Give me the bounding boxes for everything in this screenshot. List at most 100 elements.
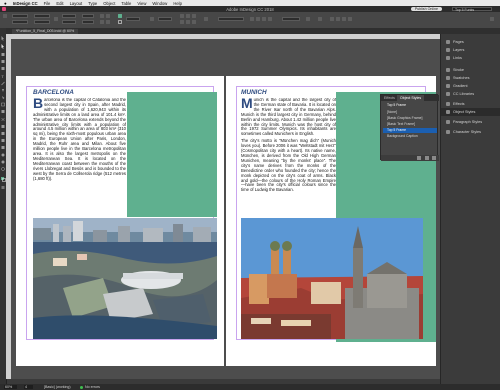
tab-object-styles[interactable]: Object Styles [397,95,425,101]
height-field[interactable] [34,20,50,24]
rotate-ccw-icon[interactable] [106,14,110,18]
object-style-item[interactable]: [Basic Text Frame] [383,122,437,127]
pen-tool-icon[interactable] [2,89,4,92]
reference-point-icon[interactable] [3,14,7,18]
width-field[interactable] [34,14,50,18]
flip-vertical-icon[interactable] [106,20,110,24]
rotate-cw-icon[interactable] [100,14,104,18]
fit-frame-icon[interactable] [186,20,190,24]
distribute-icon[interactable] [268,17,272,21]
rectangle-frame-tool-icon[interactable] [1,102,5,107]
shear-field[interactable] [82,20,94,24]
clear-overrides-icon[interactable] [425,156,429,160]
stroke-swatch-icon[interactable] [118,20,122,24]
horizontal-ruler[interactable] [6,34,440,39]
direct-selection-tool-icon[interactable] [1,44,5,49]
tab-effects[interactable]: Effects [381,95,398,101]
align-left-icon[interactable] [250,17,254,21]
screen-mode-icon[interactable] [1,186,5,189]
align-center-icon[interactable] [256,17,260,21]
flip-horizontal-icon[interactable] [100,20,104,24]
corner-shape-icon[interactable] [306,17,310,21]
green-color-block[interactable] [127,92,217,217]
gradient-swatch-tool-icon[interactable] [1,132,5,135]
dock-swatches[interactable]: Swatches [441,74,500,82]
gap-tool-icon[interactable] [1,60,5,63]
scissors-tool-icon[interactable] [1,117,5,122]
constrain-proportions-icon[interactable] [54,17,58,21]
menu-table[interactable]: Table [121,1,131,6]
frame-grid-icon[interactable] [318,17,322,21]
rectangle-tool-icon[interactable] [1,110,5,113]
x-field[interactable] [12,14,28,18]
corner-size-field[interactable] [282,17,300,21]
align-right-icon[interactable] [262,17,266,21]
barcelona-photo[interactable] [33,218,217,339]
fx-icon[interactable] [150,17,154,21]
pencil-tool-icon[interactable] [2,96,5,99]
dock-object-styles[interactable]: Object Styles [441,108,500,116]
menu-layout[interactable]: Layout [70,1,83,6]
menu-view[interactable]: View [137,1,146,6]
note-tool-icon[interactable] [1,146,5,149]
line-tool-icon[interactable] [1,81,5,86]
select-previous-icon[interactable] [342,17,346,21]
page-number-field[interactable]: 4 [24,385,33,389]
select-content-icon[interactable] [336,17,340,21]
dock-links[interactable]: Links [441,54,500,62]
publish-online-button[interactable]: Publish Online [410,7,442,11]
munich-photo[interactable] [241,218,423,339]
dock-paragraph-styles[interactable]: Paragraph Styles [441,118,500,126]
gradient-feather-tool-icon[interactable] [1,139,5,142]
menu-type[interactable]: Type [88,1,97,6]
scale-y-field[interactable] [62,20,76,24]
scale-x-field[interactable] [62,14,76,18]
select-next-icon[interactable] [348,17,352,21]
fit-content-icon[interactable] [180,20,184,24]
type-tool-icon[interactable]: T [1,74,4,79]
auto-fit-icon[interactable] [204,17,208,21]
dock-stroke[interactable]: Stroke [441,66,500,74]
opacity-field[interactable] [158,17,172,21]
dock-gradient[interactable]: Gradient [441,82,500,90]
app-menu[interactable]: InDesign CC [13,1,38,6]
left-page[interactable]: BARCELONA Barcelona is the capital of Ca… [16,76,224,366]
dock-cc-libraries[interactable]: CC Libraries [441,90,500,98]
object-style-select[interactable] [218,17,244,21]
preflight-status-text[interactable]: No errors [85,385,100,390]
workspace-select[interactable]: Top 5 Funks [452,7,492,12]
dock-character-styles[interactable]: Character Styles [441,128,500,136]
object-style-item-selected[interactable]: Top 5 Frame [383,128,437,133]
fill-swatch-icon[interactable] [118,14,122,18]
page-tool-icon[interactable] [1,53,5,56]
eyedropper-tool-icon[interactable] [1,153,5,157]
menu-edit[interactable]: Edit [56,1,63,6]
text-wrap-shape-icon[interactable] [192,14,196,18]
text-wrap-bbox-icon[interactable] [186,14,190,18]
panel-menu-icon[interactable] [490,17,494,21]
content-collector-icon[interactable] [1,67,5,70]
free-transform-tool-icon[interactable] [1,125,5,128]
delete-style-icon[interactable] [432,156,436,160]
dock-pages[interactable]: Pages [441,38,500,46]
hand-tool-icon[interactable] [1,160,5,164]
menu-object[interactable]: Object [103,1,115,6]
selection-tool-icon[interactable] [1,36,5,41]
menu-help[interactable]: Help [173,1,182,6]
stroke-weight-field[interactable] [126,17,140,21]
select-container-icon[interactable] [330,17,334,21]
left-body-text[interactable]: Barcelona is the capital of Catalonia an… [33,98,126,210]
menu-file[interactable]: File [44,1,51,6]
apple-menu-icon[interactable]: ● [4,1,7,6]
menu-window[interactable]: Window [152,1,167,6]
dock-effects[interactable]: Effects [441,100,500,108]
dock-layers[interactable]: Layers [441,46,500,54]
right-body-text[interactable]: Munich is the capital and the largest ci… [241,98,336,210]
object-style-item[interactable]: Background Caption [383,134,437,139]
vertical-ruler[interactable] [6,34,11,379]
y-field[interactable] [12,20,28,24]
rotation-field[interactable] [82,14,94,18]
object-style-item[interactable]: [None] [383,110,437,115]
document-tab[interactable]: *Funktion_5_Final_D05.indd @ 60% [12,28,79,34]
object-style-item[interactable]: [Basic Graphics Frame] [383,116,437,121]
